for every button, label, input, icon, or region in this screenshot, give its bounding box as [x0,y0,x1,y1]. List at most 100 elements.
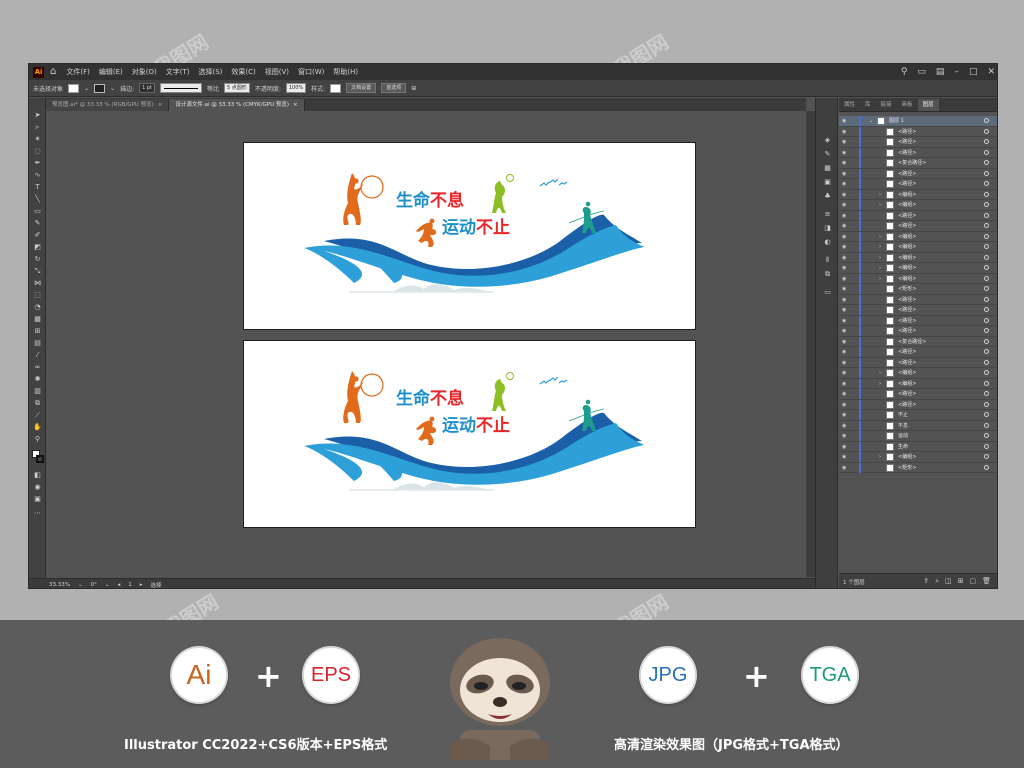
rotation-field[interactable]: 0° [91,582,97,588]
target-circle-icon[interactable] [984,149,989,155]
visibility-eye-icon[interactable]: ◉ [842,171,846,177]
layer-row-top[interactable]: ◉ ⌄ 图层 1 [839,116,997,127]
visibility-eye-icon[interactable]: ◉ [842,318,846,324]
eraser-icon[interactable]: ◩ [31,242,44,252]
gradient-panel-icon[interactable]: ◨ [822,224,833,233]
home-icon[interactable]: ⌂ [50,67,56,77]
visibility-eye-icon[interactable]: ◉ [842,381,846,387]
visibility-eye-icon[interactable]: ◉ [842,202,846,208]
stroke-panel-icon[interactable]: ≡ [822,210,833,219]
zoom-tool-icon[interactable]: ⚲ [31,434,44,444]
layer-row[interactable]: ◉ <路径> [839,294,997,305]
visibility-eye-icon[interactable]: ◉ [842,412,846,418]
layer-row[interactable]: ◉ › <编组> [839,452,997,463]
direct-selection-tool-icon[interactable]: ▹ [31,122,44,132]
target-circle-icon[interactable] [984,118,989,123]
panel-tab[interactable]: 库 [860,99,876,111]
visibility-eye-icon[interactable]: ◉ [842,391,846,397]
slice-tool-icon[interactable]: ⟋ [31,410,44,420]
visibility-eye-icon[interactable]: ◉ [842,265,846,271]
search-icon[interactable]: ⚲ [901,67,908,77]
target-circle-icon[interactable] [984,443,989,449]
width-tool-icon[interactable]: ⋈ [31,278,44,288]
arrange-documents-icon[interactable]: ▭ [917,67,926,77]
visibility-eye-icon[interactable]: ◉ [842,307,846,313]
color-mode-icon[interactable]: ◧ [31,470,44,480]
layer-row[interactable]: ◉ › <编组> [839,378,997,389]
layer-row[interactable]: ◉ <路径> [839,137,997,148]
layer-row[interactable]: ◉ <路径> [839,147,997,158]
symbols-icon[interactable]: ♣ [822,192,833,201]
visibility-eye-icon[interactable]: ◉ [842,181,846,187]
layer-row[interactable]: ◉ <矩形> [839,284,997,295]
clipping-mask-icon[interactable]: ◫ [945,577,952,586]
target-circle-icon[interactable] [984,275,989,281]
pen-tool-icon[interactable]: ✒ [31,158,44,168]
paintbrush-icon[interactable]: ✎ [31,218,44,228]
chevron-right-icon[interactable]: › [879,243,881,251]
menu-item[interactable]: 文字(T) [166,67,190,77]
stroke-profile-preview[interactable] [160,83,203,93]
target-circle-icon[interactable] [984,380,989,386]
close-icon[interactable]: × [293,102,298,108]
layer-row[interactable]: ◉ › <编组> [839,263,997,274]
delete-icon[interactable]: 🗑 [982,577,991,586]
target-circle-icon[interactable] [984,391,989,396]
target-circle-icon[interactable] [984,370,989,375]
eyedropper-icon[interactable]: ⁄ [31,350,44,360]
target-circle-icon[interactable] [984,139,989,144]
visibility-eye-icon[interactable]: ◉ [842,297,846,303]
rectangle-tool-icon[interactable]: ▭ [31,206,44,216]
visibility-eye-icon[interactable]: ◉ [842,192,846,198]
stroke-swatch[interactable] [94,83,106,93]
visibility-eye-icon[interactable]: ◉ [842,244,846,250]
document-setup-button[interactable]: 文档设置 [346,83,377,93]
visibility-eye-icon[interactable]: ◉ [842,360,846,366]
gradient-tool-icon[interactable]: ▤ [31,338,44,348]
visibility-eye-icon[interactable]: ◉ [842,370,846,376]
target-circle-icon[interactable] [984,412,989,417]
stroke-weight-field[interactable]: 1 pt [139,83,156,93]
more-tools-icon[interactable]: ⋯ [31,508,44,518]
layer-row[interactable]: ◉ › <编组> [839,231,997,242]
visibility-eye-icon[interactable]: ◉ [842,465,846,471]
target-circle-icon[interactable] [984,464,989,470]
zoom-level[interactable]: 33.33% [49,582,70,588]
target-circle-icon[interactable] [984,433,989,438]
fill-stroke-icon[interactable] [31,450,44,463]
menu-item[interactable]: 窗口(W) [298,67,324,77]
visibility-eye-icon[interactable]: ◉ [842,433,846,439]
close-icon[interactable]: × [158,102,163,108]
layer-row[interactable]: ◉ <路径> [839,315,997,326]
panel-tab[interactable]: 属性 [839,99,860,111]
visibility-eye-icon[interactable]: ◉ [842,223,846,229]
target-circle-icon[interactable] [984,223,989,228]
layer-row[interactable]: ◉ › <编组> [839,242,997,253]
layer-row[interactable]: ◉ › <编组> [839,189,997,200]
tab-preview-doc[interactable]: 预览图.ai* @ 33.33 % (RGB/GPU 预览) × [46,99,170,111]
chevron-right-icon[interactable]: › [879,201,881,209]
menu-item[interactable]: 效果(C) [231,67,255,77]
visibility-eye-icon[interactable]: ◉ [842,255,846,261]
layer-row[interactable]: ◉ <路径> [839,221,997,232]
visibility-eye-icon[interactable]: ◉ [842,328,846,334]
brush-field[interactable]: 5 点圆形 [224,83,250,93]
preferences-button[interactable]: 首选项 [381,83,407,93]
target-circle-icon[interactable] [984,338,989,344]
curvature-tool-icon[interactable]: ∿ [31,170,44,180]
target-circle-icon[interactable] [984,328,989,333]
chevron-down-icon[interactable]: ⌄ [78,582,83,588]
target-circle-icon[interactable] [984,307,989,312]
blend-tool-icon[interactable]: ∞ [31,362,44,372]
line-tool-icon[interactable]: ╲ [31,194,44,204]
layer-row[interactable]: ◉ <复合路径> [839,336,997,347]
target-circle-icon[interactable] [984,265,989,270]
visibility-eye-icon[interactable]: ◉ [842,349,846,355]
visibility-eye-icon[interactable]: ◉ [842,444,846,450]
layer-row[interactable]: ◉ 运动 [839,431,997,442]
target-circle-icon[interactable] [984,254,989,260]
chevron-right-icon[interactable]: › [879,380,881,388]
canvas-area[interactable]: 生命不息 运动不止 生命不息 运动不止 [46,111,806,577]
visibility-eye-icon[interactable]: ◉ [842,276,846,282]
layer-row[interactable]: ◉ <路径> [839,389,997,400]
